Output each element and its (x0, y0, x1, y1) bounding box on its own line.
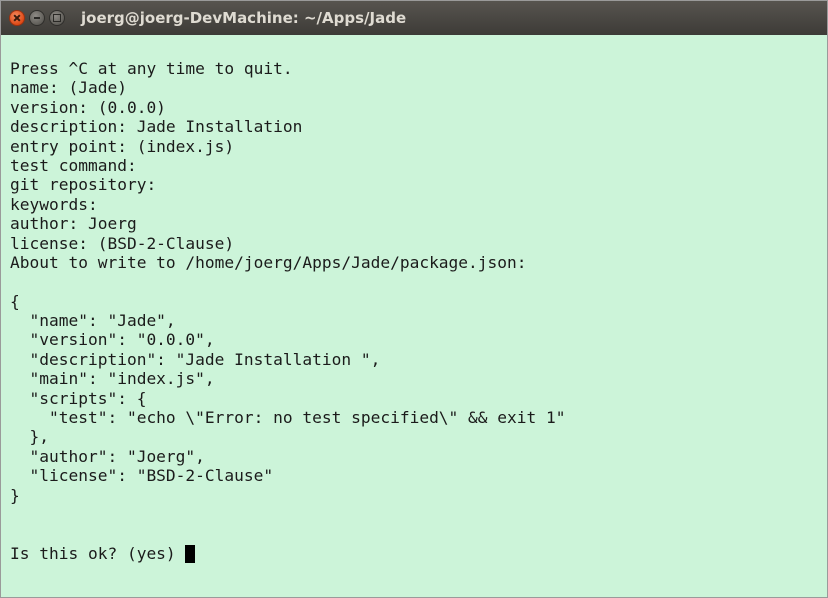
terminal-line: git repository: (10, 175, 157, 195)
terminal-line: Press ^C at any time to quit. (10, 59, 293, 78)
terminal-line: } (10, 485, 20, 505)
terminal-line: "main": "index.js", (10, 369, 215, 389)
terminal-window: joerg@joerg-DevMachine: ~/Apps/Jade Pres… (0, 0, 828, 598)
terminal-line: license: (BSD-2-Clause) (10, 233, 235, 253)
terminal-line: "test": "echo \"Error: no test specified… (10, 408, 566, 428)
terminal-output[interactable]: Press ^C at any time to quit. name: (Jad… (1, 35, 827, 597)
terminal-line: About to write to /home/joerg/Apps/Jade/… (10, 252, 527, 272)
terminal-line: keywords: (10, 194, 98, 214)
terminal-line: test command: (10, 155, 137, 175)
terminal-line: { (10, 291, 20, 311)
window-title: joerg@joerg-DevMachine: ~/Apps/Jade (81, 9, 407, 27)
terminal-line: description: Jade Installation (10, 117, 303, 137)
terminal-line: "license": "BSD-2-Clause" (10, 466, 274, 486)
terminal-line: }, (10, 427, 49, 447)
text-cursor (185, 544, 196, 563)
terminal-line: "scripts": { (10, 388, 147, 408)
terminal-line: "author": "Joerg", (10, 446, 205, 466)
title-bar[interactable]: joerg@joerg-DevMachine: ~/Apps/Jade (1, 1, 827, 35)
maximize-icon[interactable] (49, 10, 65, 26)
close-icon[interactable] (9, 10, 25, 26)
terminal-line: author: Joerg (10, 214, 137, 234)
terminal-line: version: (0.0.0) (10, 97, 166, 117)
terminal-line: entry point: (index.js) (10, 136, 235, 156)
prompt-text: Is this ok? (yes) (10, 543, 186, 563)
terminal-line: "description": "Jade Installation ", (10, 349, 381, 369)
prompt-line[interactable]: Is this ok? (yes) (10, 544, 827, 563)
window-controls (9, 10, 69, 26)
terminal-line: "name": "Jade", (10, 311, 176, 331)
terminal-line: "version": "0.0.0", (10, 330, 215, 350)
terminal-line: name: (Jade) (10, 78, 127, 98)
minimize-icon[interactable] (29, 10, 45, 26)
